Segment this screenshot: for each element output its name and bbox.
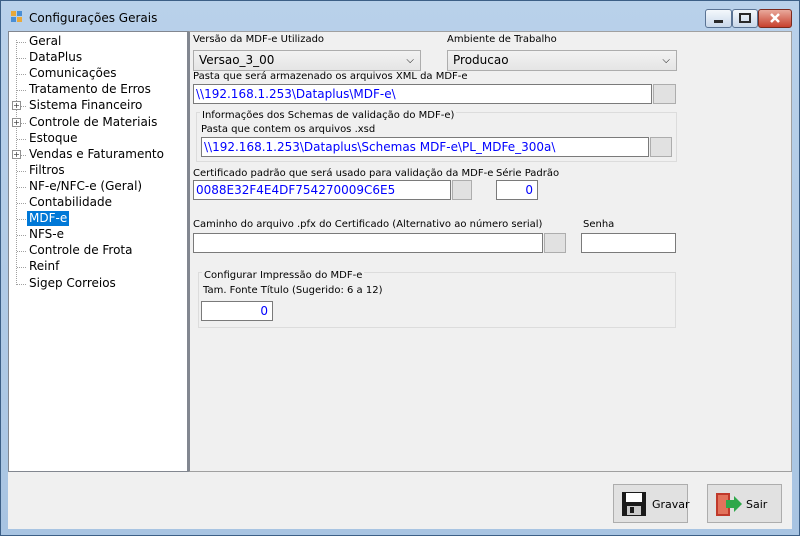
- fonte-input[interactable]: 0: [201, 301, 273, 321]
- ambiente-label: Ambiente de Trabalho: [447, 34, 557, 45]
- tree-connector-dash: [17, 283, 26, 285]
- pfx-input[interactable]: [193, 233, 543, 253]
- serie-label: Série Padrão: [496, 168, 560, 179]
- tree-item[interactable]: Estoque: [27, 131, 80, 146]
- tree-connector-dash: [17, 203, 26, 204]
- schemas-pasta-browse-button[interactable]: [650, 137, 672, 157]
- expand-plus-icon[interactable]: +: [12, 149, 21, 159]
- maximize-icon: [739, 13, 751, 23]
- tree-connector-dash: [17, 90, 26, 92]
- sair-button[interactable]: Sair: [707, 484, 782, 523]
- expand-plus-icon[interactable]: +: [12, 101, 21, 111]
- tree-item[interactable]: Geral: [27, 34, 63, 49]
- exit-door-icon: [716, 493, 742, 516]
- client-area: Geral DataPlus Comunicações Tratamento de E…: [8, 31, 792, 529]
- settings-tree[interactable]: Geral DataPlus Comunicações Tratamento de E…: [8, 31, 188, 472]
- tree-connector-dash: [17, 74, 26, 76]
- serie-input[interactable]: 0: [496, 180, 538, 200]
- tree-item[interactable]: Controle de Frota: [27, 243, 135, 258]
- tree-connector-dash: [17, 267, 26, 269]
- app-icon: [11, 11, 22, 22]
- tree-connector-dash: [17, 251, 26, 253]
- versao-select[interactable]: Versao_3_00 ⌵: [193, 50, 421, 71]
- fonte-label: Tam. Fonte Título (Sugerido: 6 a 12): [203, 285, 383, 296]
- tree-item[interactable]: Reinf: [27, 259, 61, 274]
- schemas-group-label: Informações dos Schemas de validação do …: [200, 110, 457, 121]
- versao-value: Versao_3_00: [199, 53, 275, 67]
- title-bar[interactable]: Configurações Gerais: [1, 1, 799, 31]
- impressao-group: Configurar Impressão do MDF-e Tam. Fonte…: [198, 270, 676, 328]
- tree-item[interactable]: Tratamento de Erros: [27, 82, 153, 97]
- senha-label: Senha: [583, 219, 615, 230]
- chevron-down-icon: ⌵: [406, 55, 414, 66]
- main-window: Configurações Gerais Geral DataPlus Comuni…: [0, 0, 800, 536]
- tree-item[interactable]: Sigep Correios: [27, 276, 118, 291]
- tree-connector-dash: [17, 219, 26, 221]
- gravar-label: Gravar: [652, 498, 690, 511]
- minimize-button[interactable]: [705, 9, 732, 28]
- schemas-pasta-label: Pasta que contem os arquivos .xsd: [201, 124, 376, 135]
- close-icon: [770, 13, 780, 23]
- pfx-label: Caminho do arquivo .pfx do Certificado (…: [193, 219, 543, 230]
- senha-input[interactable]: [581, 233, 676, 253]
- window-title: Configurações Gerais: [29, 11, 158, 25]
- tree-connector-dash: [17, 58, 26, 60]
- maximize-button[interactable]: [732, 9, 758, 28]
- tree-connector-dash: [17, 138, 26, 140]
- versao-label: Versão da MDF-e Utilizado: [193, 34, 325, 45]
- tree-connector-dash: [17, 42, 26, 43]
- tree-item[interactable]: MDF-e: [27, 211, 70, 227]
- certificado-input[interactable]: 0088E32F4E4DF754270009C6E5: [193, 180, 451, 200]
- tree-connector-line: [16, 40, 17, 285]
- tree-item[interactable]: NFS-e: [27, 227, 66, 242]
- tree-item[interactable]: Sistema Financeiro: [27, 98, 144, 113]
- pasta-xml-input[interactable]: \\192.168.1.253\Dataplus\MDF-e\: [193, 84, 652, 104]
- impressao-group-label: Configurar Impressão do MDF-e: [202, 270, 365, 281]
- close-button[interactable]: [758, 9, 792, 28]
- tree-item[interactable]: DataPlus: [27, 50, 84, 65]
- tree-connector-dash: [17, 170, 26, 172]
- bottom-bar: Gravar Sair: [8, 472, 792, 529]
- chevron-down-icon: ⌵: [662, 55, 670, 66]
- ambiente-select[interactable]: Producao ⌵: [447, 50, 677, 71]
- certificado-browse-button[interactable]: [452, 180, 472, 200]
- pfx-browse-button[interactable]: [544, 233, 566, 253]
- tree-item[interactable]: Filtros: [27, 163, 67, 178]
- pasta-xml-label: Pasta que será armazenado os arquivos XM…: [193, 71, 468, 82]
- tree-item[interactable]: Controle de Materiais: [27, 115, 159, 130]
- tree-item[interactable]: Comunicações: [27, 66, 118, 81]
- gravar-button[interactable]: Gravar: [613, 484, 690, 523]
- tree-connector-dash: [17, 235, 26, 237]
- expand-plus-icon[interactable]: +: [12, 117, 21, 127]
- tree-item[interactable]: Contabilidade: [27, 195, 114, 210]
- tree-connector-dash: [17, 186, 26, 188]
- tree-item[interactable]: Vendas e Faturamento: [27, 147, 166, 162]
- tree-item[interactable]: NF-e/NFC-e (Geral): [27, 179, 144, 194]
- ambiente-value: Producao: [453, 53, 509, 67]
- schemas-group: Informações dos Schemas de validação do …: [196, 110, 677, 162]
- sair-label: Sair: [746, 498, 768, 511]
- certificado-label: Certificado padrão que será usado para v…: [193, 168, 494, 179]
- schemas-pasta-input[interactable]: \\192.168.1.253\Dataplus\Schemas MDF-e\P…: [201, 137, 649, 157]
- minimize-icon: [714, 20, 723, 23]
- save-icon: [622, 492, 646, 516]
- pasta-xml-browse-button[interactable]: [653, 84, 676, 104]
- mdfe-settings-panel: Versão da MDF-e Utilizado Versao_3_00 ⌵ …: [188, 31, 792, 472]
